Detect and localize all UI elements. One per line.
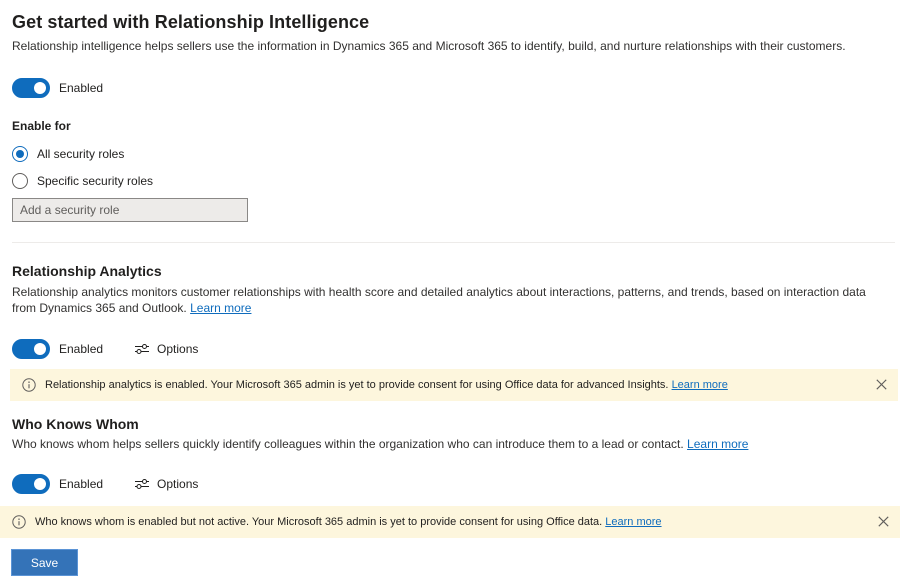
section-divider <box>12 242 895 243</box>
who-knows-whom-toggle-row: Enabled Options <box>12 474 198 494</box>
relationship-analytics-toggle-row: Enabled Options <box>12 339 198 359</box>
relationship-intelligence-toggle-row: Enabled <box>12 78 103 98</box>
who-knows-whom-description: Who knows whom helps sellers quickly ide… <box>12 436 890 452</box>
relationship-intelligence-toggle[interactable] <box>12 78 50 98</box>
relationship-analytics-description-text: Relationship analytics monitors customer… <box>12 285 866 315</box>
add-security-role-input[interactable] <box>12 198 248 222</box>
who-knows-whom-message-close-button[interactable] <box>874 513 892 531</box>
who-knows-whom-message-body: Who knows whom is enabled but not active… <box>35 516 602 528</box>
who-knows-whom-toggle[interactable] <box>12 474 50 494</box>
relationship-analytics-toggle[interactable] <box>12 339 50 359</box>
toggle-knob <box>34 82 46 94</box>
radio-button-icon-selected <box>12 146 28 162</box>
relationship-analytics-options-button[interactable]: Options <box>134 342 198 356</box>
relationship-analytics-message-learn-more-link[interactable]: Learn more <box>672 379 728 391</box>
enable-for-label: Enable for <box>12 119 71 133</box>
page-title: Get started with Relationship Intelligen… <box>12 12 369 33</box>
toggle-knob <box>34 478 46 490</box>
relationship-analytics-message-close-button[interactable] <box>872 376 890 394</box>
relationship-analytics-message-bar: Relationship analytics is enabled. Your … <box>10 369 898 401</box>
toggle-knob <box>34 343 46 355</box>
who-knows-whom-options-button[interactable]: Options <box>134 477 198 491</box>
radio-all-security-roles-label: All security roles <box>37 147 124 161</box>
radio-all-security-roles[interactable]: All security roles <box>12 146 124 162</box>
sliders-icon <box>134 477 150 491</box>
who-knows-whom-message-learn-more-link[interactable]: Learn more <box>605 516 661 528</box>
relationship-analytics-learn-more-link[interactable]: Learn more <box>190 301 251 315</box>
who-knows-whom-message-text: Who knows whom is enabled but not active… <box>35 515 866 529</box>
radio-button-icon-unselected <box>12 173 28 189</box>
relationship-analytics-message-body: Relationship analytics is enabled. Your … <box>45 379 669 391</box>
relationship-intelligence-toggle-label: Enabled <box>59 81 103 95</box>
save-button[interactable]: Save <box>11 549 78 576</box>
relationship-analytics-message-text: Relationship analytics is enabled. Your … <box>45 378 864 392</box>
who-knows-whom-learn-more-link[interactable]: Learn more <box>687 437 748 451</box>
who-knows-whom-toggle-label: Enabled <box>59 477 103 491</box>
close-icon <box>878 515 889 530</box>
who-knows-whom-options-label: Options <box>157 477 198 491</box>
close-icon <box>876 378 887 393</box>
radio-specific-security-roles[interactable]: Specific security roles <box>12 173 153 189</box>
who-knows-whom-description-text: Who knows whom helps sellers quickly ide… <box>12 437 684 451</box>
relationship-intelligence-settings-page: Get started with Relationship Intelligen… <box>0 0 900 588</box>
who-knows-whom-message-bar: Who knows whom is enabled but not active… <box>0 506 900 538</box>
who-knows-whom-title: Who Knows Whom <box>12 416 139 432</box>
page-subtitle: Relationship intelligence helps sellers … <box>12 38 892 54</box>
sliders-icon <box>134 342 150 356</box>
relationship-analytics-description: Relationship analytics monitors customer… <box>12 284 890 316</box>
radio-specific-security-roles-label: Specific security roles <box>37 174 153 188</box>
relationship-analytics-options-label: Options <box>157 342 198 356</box>
info-circle-icon <box>12 515 35 529</box>
relationship-analytics-toggle-label: Enabled <box>59 342 103 356</box>
info-circle-icon <box>22 378 45 392</box>
relationship-analytics-title: Relationship Analytics <box>12 263 162 279</box>
